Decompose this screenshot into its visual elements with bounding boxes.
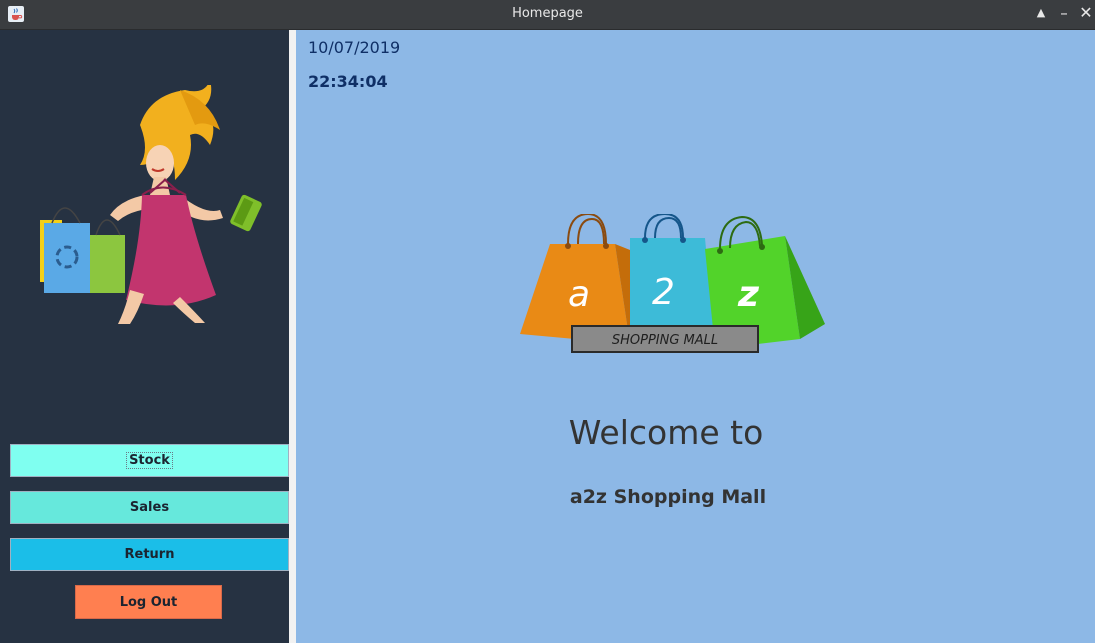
- date-label: 10/07/2019: [308, 38, 401, 57]
- window-title: Homepage: [512, 6, 583, 21]
- title-bar: Homepage ▲ – ✕: [0, 0, 1095, 30]
- logo-letter-a: a: [568, 274, 590, 315]
- close-icon: ✕: [1079, 3, 1093, 22]
- logo-banner-text: SHOPPING MALL: [612, 333, 718, 348]
- stock-button-label: Stock: [126, 452, 173, 469]
- shopper-woman-illustration: [40, 85, 262, 324]
- logo-letter-2: 2: [652, 272, 675, 313]
- sidebar-divider: [289, 30, 296, 643]
- main-panel: 10/07/2019 22:34:04 a 2 z SHOPPING MALL …: [296, 30, 1095, 643]
- mall-name: a2z Shopping Mall: [569, 486, 767, 508]
- sales-button-label: Sales: [129, 500, 170, 515]
- stock-button[interactable]: Stock: [10, 444, 289, 477]
- return-button[interactable]: Return: [10, 538, 289, 571]
- time-label: 22:34:04: [308, 72, 388, 91]
- logo-letter-z: z: [737, 274, 760, 315]
- close-button[interactable]: ✕: [1076, 3, 1095, 23]
- logout-button-label: Log Out: [119, 594, 178, 610]
- triangle-up-icon: ▲: [1036, 6, 1046, 19]
- welcome-heading: Welcome to: [568, 413, 764, 452]
- maximize-button[interactable]: ▲: [1031, 3, 1051, 23]
- app-window: Homepage ▲ – ✕ Stock Sales Return Log Ou…: [0, 0, 1095, 643]
- minimize-button[interactable]: –: [1054, 3, 1074, 23]
- minimize-icon: –: [1060, 4, 1068, 22]
- return-button-label: Return: [124, 547, 175, 562]
- logout-button[interactable]: Log Out: [75, 585, 222, 619]
- a2z-shopping-bags-logo: a 2 z SHOPPING MALL: [520, 214, 825, 353]
- sales-button[interactable]: Sales: [10, 491, 289, 524]
